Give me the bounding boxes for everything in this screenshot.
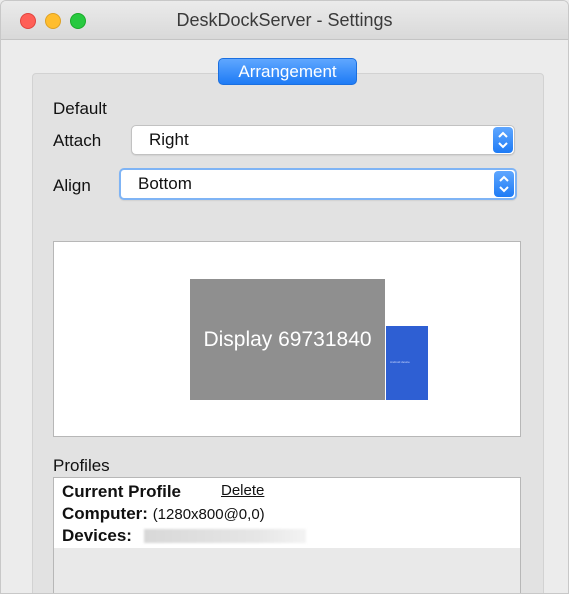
devices-label: Devices:: [62, 526, 132, 545]
profiles-title: Profiles: [53, 456, 110, 475]
current-profile-row: Current Profile: [62, 482, 181, 502]
main-display[interactable]: Display 69731840: [190, 279, 385, 400]
computer-value: (1280x800@0,0): [152, 506, 265, 523]
select-stepper-icon: [494, 171, 514, 197]
default-section-title: Default: [53, 99, 107, 118]
delete-profile-link[interactable]: Delete: [221, 482, 264, 499]
title-bar: DeskDockServer - Settings: [1, 1, 568, 40]
devices-row: Devices:: [62, 526, 132, 546]
window-title: DeskDockServer - Settings: [176, 10, 393, 30]
redacted-devices-value: [144, 529, 306, 543]
current-profile-panel: Current Profile Delete Computer: (1280x8…: [54, 478, 520, 548]
tab-arrangement[interactable]: Arrangement: [218, 58, 357, 85]
current-profile-label: Current Profile: [62, 482, 182, 501]
arrangement-preview: Display 69731840 Android device: [53, 241, 521, 437]
attach-select-value: Right: [149, 130, 189, 149]
align-select-value: Bottom: [138, 174, 192, 193]
attach-label: Attach: [53, 131, 102, 150]
attach-select[interactable]: Right: [131, 125, 515, 155]
settings-window: DeskDockServer - Settings Arrangement De…: [0, 0, 569, 594]
align-select[interactable]: Bottom: [119, 168, 517, 200]
computer-label: Computer:: [62, 504, 148, 523]
device-display[interactable]: Android device: [386, 326, 428, 400]
align-label: Align: [53, 176, 91, 195]
computer-row: Computer: (1280x800@0,0): [62, 504, 265, 524]
select-stepper-icon: [493, 127, 513, 153]
profiles-list[interactable]: Current Profile Delete Computer: (1280x8…: [53, 477, 521, 593]
device-display-label: Android device: [390, 360, 410, 364]
